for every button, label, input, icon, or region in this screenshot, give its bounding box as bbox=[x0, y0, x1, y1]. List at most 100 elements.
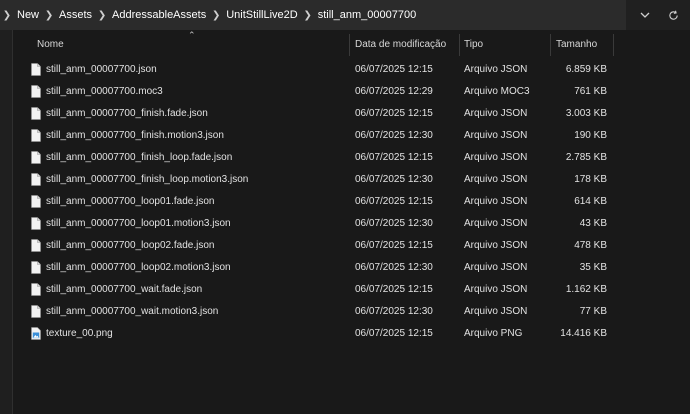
file-name: still_anm_00007700_loop02.motion3.json bbox=[46, 261, 231, 273]
file-type: Arquivo PNG bbox=[464, 327, 523, 339]
file-row[interactable]: still_anm_00007700_loop01.motion3.json 0… bbox=[13, 212, 690, 234]
document-icon bbox=[31, 62, 41, 76]
file-name-cell: still_anm_00007700.moc3 bbox=[31, 80, 163, 102]
column-separator[interactable] bbox=[550, 34, 551, 56]
file-name: still_anm_00007700_loop01.motion3.json bbox=[46, 217, 231, 229]
file-type: Arquivo JSON bbox=[464, 261, 528, 273]
file-type: Arquivo MOC3 bbox=[464, 85, 530, 97]
file-type: Arquivo JSON bbox=[464, 195, 528, 207]
file-name-cell: still_anm_00007700_wait.fade.json bbox=[31, 278, 202, 300]
refresh-button[interactable] bbox=[662, 4, 684, 26]
breadcrumb-item-current-folder[interactable]: still_anm_00007700 bbox=[315, 9, 419, 21]
file-row[interactable]: still_anm_00007700_finish_loop.fade.json… bbox=[13, 146, 690, 168]
file-date: 06/07/2025 12:30 bbox=[355, 305, 433, 317]
column-separator[interactable] bbox=[459, 34, 460, 56]
file-type: Arquivo JSON bbox=[464, 173, 528, 185]
breadcrumb-item-new[interactable]: New bbox=[14, 9, 42, 21]
breadcrumb-item-unitstilllive2d[interactable]: UnitStillLive2D bbox=[223, 9, 301, 21]
file-type: Arquivo JSON bbox=[464, 305, 528, 317]
file-row[interactable]: still_anm_00007700_loop02.fade.json 06/0… bbox=[13, 234, 690, 256]
file-name-cell: still_anm_00007700_loop02.fade.json bbox=[31, 234, 214, 256]
file-row[interactable]: still_anm_00007700_finish.motion3.json 0… bbox=[13, 124, 690, 146]
file-size: 2.785 KB bbox=[565, 151, 607, 163]
chevron-right-icon: ❯ bbox=[2, 9, 12, 21]
document-icon bbox=[31, 260, 41, 274]
file-name-cell: texture_00.png bbox=[31, 322, 113, 344]
file-date: 06/07/2025 12:30 bbox=[355, 129, 433, 141]
document-icon bbox=[31, 216, 41, 230]
file-date: 06/07/2025 12:15 bbox=[355, 239, 433, 251]
chevron-right-icon[interactable]: ❯ bbox=[301, 10, 315, 21]
file-name-cell: still_anm_00007700_finish_loop.fade.json bbox=[31, 146, 232, 168]
file-row[interactable]: still_anm_00007700_wait.fade.json 06/07/… bbox=[13, 278, 690, 300]
file-size: 190 KB bbox=[574, 129, 607, 141]
document-icon bbox=[31, 304, 41, 318]
breadcrumb: ❯ New ❯ Assets ❯ AddressableAssets ❯ Uni… bbox=[0, 9, 419, 21]
document-icon bbox=[31, 150, 41, 164]
column-type-header[interactable]: Tipo bbox=[464, 30, 483, 58]
chevron-right-icon[interactable]: ❯ bbox=[209, 10, 223, 21]
file-name: still_anm_00007700_finish.motion3.json bbox=[46, 129, 224, 141]
document-icon bbox=[31, 238, 41, 252]
file-name-cell: still_anm_00007700_loop01.motion3.json bbox=[31, 212, 231, 234]
file-name-cell: still_anm_00007700.json bbox=[31, 58, 157, 80]
file-date: 06/07/2025 12:15 bbox=[355, 195, 433, 207]
chevron-right-icon[interactable]: ❯ bbox=[42, 10, 56, 21]
file-size: 77 KB bbox=[579, 305, 607, 317]
file-row[interactable]: texture_00.png 06/07/2025 12:15 Arquivo … bbox=[13, 322, 690, 344]
file-size: 43 KB bbox=[579, 217, 607, 229]
column-size-header[interactable]: Tamanho bbox=[556, 30, 597, 58]
document-icon bbox=[31, 282, 41, 296]
breadcrumb-item-addressableassets[interactable]: AddressableAssets bbox=[109, 9, 209, 21]
file-size: 178 KB bbox=[574, 173, 607, 185]
file-date: 06/07/2025 12:29 bbox=[355, 85, 433, 97]
file-name-cell: still_anm_00007700_wait.motion3.json bbox=[31, 300, 218, 322]
column-name-header[interactable]: Nome bbox=[37, 30, 64, 58]
file-row[interactable]: still_anm_00007700_loop02.motion3.json 0… bbox=[13, 256, 690, 278]
file-name: still_anm_00007700_wait.fade.json bbox=[46, 283, 203, 295]
column-separator[interactable] bbox=[349, 34, 350, 56]
file-date: 06/07/2025 12:15 bbox=[355, 327, 433, 339]
chevron-right-icon[interactable]: ❯ bbox=[95, 10, 109, 21]
column-separator[interactable] bbox=[613, 34, 614, 56]
document-icon bbox=[31, 194, 41, 208]
file-size: 6.859 KB bbox=[565, 63, 607, 75]
file-name: still_anm_00007700_loop01.fade.json bbox=[46, 195, 215, 207]
file-row[interactable]: still_anm_00007700.json 06/07/2025 12:15… bbox=[13, 58, 690, 80]
file-name-cell: still_anm_00007700_finish_loop.motion3.j… bbox=[31, 168, 248, 190]
file-row[interactable]: still_anm_00007700_finish.fade.json 06/0… bbox=[13, 102, 690, 124]
file-size: 478 KB bbox=[574, 239, 607, 251]
file-row[interactable]: still_anm_00007700.moc3 06/07/2025 12:29… bbox=[13, 80, 690, 102]
file-name: still_anm_00007700_finish.fade.json bbox=[46, 107, 208, 119]
file-name: still_anm_00007700_loop02.fade.json bbox=[46, 239, 215, 251]
history-dropdown-button[interactable] bbox=[634, 4, 656, 26]
file-name: still_anm_00007700_finish_loop.fade.json bbox=[46, 151, 233, 163]
file-size: 3.003 KB bbox=[565, 107, 607, 119]
file-date: 06/07/2025 12:30 bbox=[355, 217, 433, 229]
file-name-cell: still_anm_00007700_loop02.motion3.json bbox=[31, 256, 231, 278]
column-date-header[interactable]: Data de modificação bbox=[355, 30, 446, 58]
file-date: 06/07/2025 12:30 bbox=[355, 173, 433, 185]
document-icon bbox=[31, 128, 41, 142]
file-row[interactable]: still_anm_00007700_finish_loop.motion3.j… bbox=[13, 168, 690, 190]
sort-ascending-icon: ⌃ bbox=[188, 30, 196, 40]
file-size: 1.162 KB bbox=[565, 283, 607, 295]
navigation-pane[interactable] bbox=[0, 30, 12, 414]
file-date: 06/07/2025 12:30 bbox=[355, 261, 433, 273]
file-type: Arquivo JSON bbox=[464, 217, 528, 229]
file-date: 06/07/2025 12:15 bbox=[355, 283, 433, 295]
file-row[interactable]: still_anm_00007700_wait.motion3.json 06/… bbox=[13, 300, 690, 322]
file-name-cell: still_anm_00007700_finish.motion3.json bbox=[31, 124, 224, 146]
file-name-cell: still_anm_00007700_loop01.fade.json bbox=[31, 190, 214, 212]
file-type: Arquivo JSON bbox=[464, 129, 528, 141]
address-bar-actions bbox=[626, 0, 690, 30]
address-bar[interactable]: ❯ New ❯ Assets ❯ AddressableAssets ❯ Uni… bbox=[0, 0, 626, 30]
breadcrumb-item-assets[interactable]: Assets bbox=[56, 9, 95, 21]
file-date: 06/07/2025 12:15 bbox=[355, 151, 433, 163]
chevron-down-icon bbox=[640, 12, 650, 18]
file-size: 614 KB bbox=[574, 195, 607, 207]
file-row[interactable]: still_anm_00007700_loop01.fade.json 06/0… bbox=[13, 190, 690, 212]
file-type: Arquivo JSON bbox=[464, 151, 528, 163]
file-name: texture_00.png bbox=[46, 327, 113, 339]
file-name: still_anm_00007700_wait.motion3.json bbox=[46, 305, 219, 317]
